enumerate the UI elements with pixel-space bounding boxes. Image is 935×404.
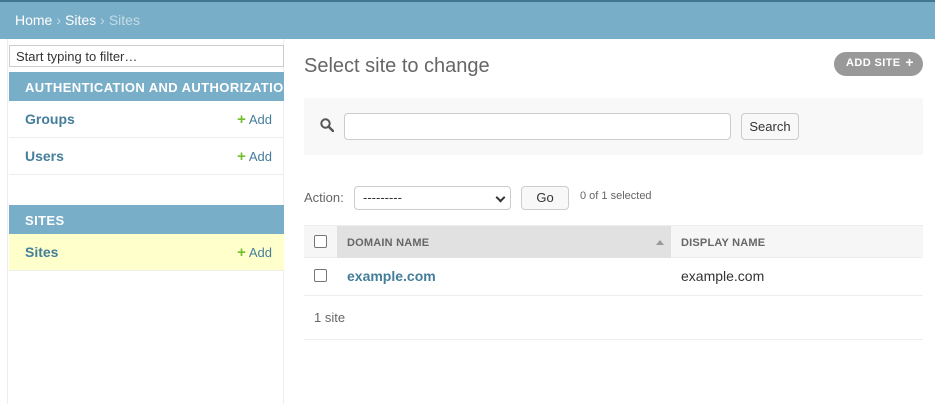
- plus-icon: +: [237, 148, 246, 165]
- sidebar-item-groups-link[interactable]: Groups: [25, 111, 75, 127]
- sidebar-item-users: Users + Add: [9, 138, 284, 175]
- toolbar: Search: [304, 98, 923, 155]
- add-sites-link[interactable]: + Add: [237, 244, 272, 261]
- add-label: Add: [248, 112, 272, 127]
- plus-icon: +: [237, 244, 246, 261]
- sidebar-item-users-link[interactable]: Users: [25, 148, 64, 164]
- nav-sidebar: AUTHENTICATION AND AUTHORIZATION Groups …: [7, 39, 293, 404]
- table-header: DOMAIN NAME DISPLAY NAME: [304, 225, 923, 258]
- add-label: Add: [248, 149, 272, 164]
- action-selected-value: ---------: [363, 190, 402, 205]
- breadcrumb-app-link[interactable]: Sites: [65, 12, 96, 28]
- column-header-domain-name[interactable]: DOMAIN NAME: [337, 226, 671, 258]
- sidebar-item-sites-link[interactable]: Sites: [25, 244, 58, 260]
- breadcrumb-home-link[interactable]: Home: [15, 12, 52, 28]
- go-button[interactable]: Go: [521, 186, 569, 210]
- sidebar-item-sites: Sites + Add: [9, 234, 284, 271]
- display-name-cell: example.com: [681, 268, 765, 284]
- main-content: Select site to change ADD SITE + Search A…: [285, 39, 935, 404]
- action-label: Action:: [304, 190, 344, 205]
- add-groups-link[interactable]: + Add: [237, 111, 272, 128]
- domain-name-link[interactable]: example.com: [347, 268, 436, 284]
- select-all-checkbox[interactable]: [314, 235, 327, 248]
- result-count: 1 site: [314, 310, 346, 325]
- search-input[interactable]: [344, 113, 731, 140]
- add-site-button[interactable]: ADD SITE +: [834, 52, 923, 76]
- action-select[interactable]: ---------: [354, 186, 511, 210]
- sort-ascending-icon[interactable]: [656, 240, 664, 245]
- header-bar: Home › Sites › Sites: [0, 0, 935, 39]
- nav-filter-input[interactable]: [9, 45, 284, 67]
- paginator: 1 site: [304, 296, 923, 340]
- column-header-label: DOMAIN NAME: [347, 237, 430, 249]
- breadcrumb: Home › Sites › Sites: [15, 12, 140, 28]
- breadcrumb-separator: ›: [56, 12, 62, 28]
- add-label: Add: [248, 245, 272, 260]
- add-site-label: ADD SITE: [846, 57, 901, 69]
- search-button[interactable]: Search: [741, 113, 799, 140]
- sidebar-item-groups: Groups + Add: [9, 101, 284, 138]
- chevron-down-icon: [495, 192, 506, 203]
- table-row: example.com example.com: [304, 258, 923, 296]
- column-header-display-name[interactable]: DISPLAY NAME: [681, 237, 765, 249]
- breadcrumb-current: Sites: [108, 12, 140, 28]
- search-icon: [320, 118, 334, 132]
- add-users-link[interactable]: + Add: [237, 148, 272, 165]
- plus-icon: +: [237, 111, 246, 128]
- page-title: Select site to change: [304, 55, 490, 77]
- module-caption-auth[interactable]: AUTHENTICATION AND AUTHORIZATION: [9, 72, 293, 101]
- breadcrumb-separator: ›: [100, 12, 105, 28]
- row-checkbox[interactable]: [314, 269, 327, 282]
- module-caption-sites[interactable]: SITES: [9, 205, 284, 234]
- selected-count: 0 of 1 selected: [580, 190, 652, 202]
- plus-icon: +: [905, 54, 914, 70]
